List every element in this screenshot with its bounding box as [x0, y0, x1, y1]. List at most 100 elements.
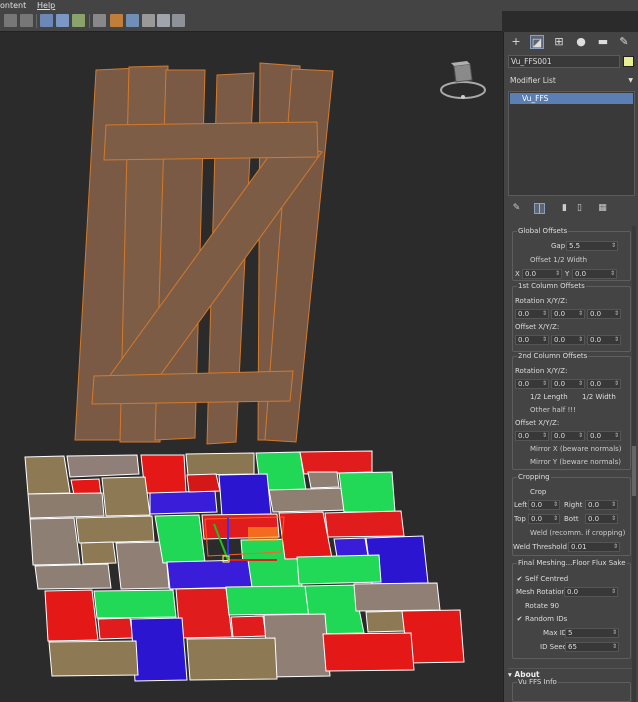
motion-tab-icon[interactable]: ● — [574, 35, 588, 49]
curve-editor-icon[interactable] — [72, 14, 85, 27]
layer-list-icon[interactable] — [4, 14, 17, 27]
viewport-scene — [24, 62, 465, 682]
weld-threshold-label: Weld Threshold — [513, 543, 567, 551]
menu-content[interactable]: ontent — [0, 0, 26, 11]
make-unique-icon[interactable]: ▮ — [559, 203, 570, 214]
crop-bott-spinner[interactable]: 0.0 ⇕ — [585, 514, 618, 524]
rot-z-spinner[interactable]: 0.0 ⇕ — [587, 309, 621, 319]
top-label: Top — [514, 515, 526, 523]
other-half-checkbox[interactable]: Other half !!! — [521, 406, 576, 415]
second-column-title: 2nd Column Offsets — [517, 352, 589, 361]
half-length-checkbox[interactable]: 1/2 Length — [521, 393, 568, 402]
rot-x-spinner[interactable]: 0.0 ⇕ — [515, 379, 549, 389]
mirror-y-checkbox[interactable]: Mirror Y (beware normals) — [521, 458, 621, 467]
final-meshing-group: Final Meshing...Floor Flux Sake ✔ Self Ce… — [512, 559, 631, 659]
ribbon-toggle-icon[interactable] — [56, 14, 69, 27]
display-tab-icon[interactable]: ▬ — [596, 35, 610, 49]
show-end-result-icon[interactable]: | — [534, 203, 545, 214]
toolbar-separator — [36, 14, 37, 28]
modify-tab-icon[interactable]: ◪ — [530, 35, 544, 49]
crop-checkbox[interactable]: Crop — [521, 488, 546, 497]
rotation-label: Rotation X/Y/Z: — [515, 297, 568, 305]
off-y-spinner[interactable]: 0.0 ⇕ — [551, 431, 585, 441]
modifier-stack[interactable]: Vu_FFS — [508, 91, 635, 196]
remove-modifier-icon[interactable]: ▯ — [574, 203, 585, 214]
schematic-view-icon[interactable] — [93, 14, 106, 27]
crop-top-spinner[interactable]: 0.0 ⇕ — [528, 514, 560, 524]
floor-tiles — [24, 450, 465, 682]
y-label: Y — [565, 270, 570, 278]
bottom-rail — [91, 370, 294, 405]
x-label: X — [515, 270, 520, 278]
off-x-spinner[interactable]: 0.0 ⇕ — [515, 335, 549, 345]
utilities-tab-icon[interactable]: ✎ — [617, 35, 631, 49]
self-centred-checkbox[interactable]: ✔ Self Centred — [516, 575, 569, 584]
id-seed-label: ID Seed — [540, 643, 568, 651]
create-tab-icon[interactable]: + — [509, 35, 523, 49]
modifier-list-dropdown[interactable]: Modifier List ▼ — [508, 74, 635, 87]
material-editor-icon[interactable] — [110, 14, 123, 27]
cropping-title: Cropping — [517, 473, 551, 482]
object-color-swatch[interactable] — [623, 56, 634, 67]
off-z-spinner[interactable]: 0.0 ⇕ — [587, 335, 621, 345]
rotate-90-checkbox[interactable]: Rotate 90 — [516, 602, 559, 611]
spinner-arrows-icon[interactable]: ⇕ — [610, 270, 615, 278]
offset-label: Offset X/Y/Z: — [515, 419, 560, 427]
y-spinner[interactable]: 0.0 ⇕ — [572, 269, 617, 279]
perspective-viewport[interactable] — [0, 33, 502, 702]
first-column-offsets-group: 1st Column Offsets Rotation X/Y/Z: 0.0 ⇕ … — [512, 282, 631, 352]
rollout-scrollbar[interactable] — [632, 226, 636, 702]
render-production-icon[interactable] — [157, 14, 170, 27]
object-name-field[interactable]: Vu_FFS001 — [508, 55, 620, 68]
stack-toolbar: ✎ | ▮ ▯ ▦ — [504, 200, 638, 218]
pin-stack-icon[interactable]: ✎ — [511, 203, 522, 214]
x-spinner[interactable]: 0.0 ⇕ — [522, 269, 562, 279]
command-panel: + ◪ ⊞ ● ▬ ✎ Vu_FFS001 Modifier List ▼ Vu… — [503, 32, 638, 702]
cropping-group: Cropping Crop Left 0.0 ⇕ Right 0.0 ⇕ Top 0… — [512, 473, 631, 556]
viewcube-icon[interactable] — [438, 60, 488, 102]
menu-help[interactable]: Help — [37, 0, 55, 11]
configure-modifier-sets-icon[interactable]: ▦ — [597, 203, 608, 214]
vu-ffs-info-title: Vu FFS Info — [517, 678, 558, 687]
global-offsets-title: Global Offsets — [517, 227, 569, 236]
layer-manager-icon[interactable] — [20, 14, 33, 27]
spinner-arrows-icon[interactable]: ⇕ — [611, 242, 616, 250]
offset-label: Offset X/Y/Z: — [515, 323, 560, 331]
stack-item-vu-ffs[interactable]: Vu_FFS — [510, 93, 633, 104]
rot-y-spinner[interactable]: 0.0 ⇕ — [551, 309, 585, 319]
hierarchy-tab-icon[interactable]: ⊞ — [552, 35, 566, 49]
render-iterative-icon[interactable] — [172, 14, 185, 27]
off-z-spinner[interactable]: 0.0 ⇕ — [587, 431, 621, 441]
off-y-spinner[interactable]: 0.0 ⇕ — [551, 335, 585, 345]
max-id-spinner[interactable]: 5 ⇕ — [565, 628, 619, 638]
command-panel-tabs: + ◪ ⊞ ● ▬ ✎ — [504, 32, 638, 52]
id-seed-spinner[interactable]: 65 ⇕ — [565, 642, 619, 652]
viewcube[interactable] — [438, 60, 488, 102]
rendered-frame-icon[interactable] — [142, 14, 155, 27]
scene-explorer-icon[interactable] — [40, 14, 53, 27]
gap-spinner[interactable]: 5.5 ⇕ — [566, 241, 618, 251]
weld-threshold-spinner[interactable]: 0.01 ⇕ — [568, 542, 620, 552]
mesh-rotation-spinner[interactable]: 0.0 ⇕ — [564, 587, 618, 597]
weld-checkbox[interactable]: Weld (recomm. if cropping) — [521, 529, 625, 538]
offset-half-width-checkbox[interactable]: Offset 1/2 Width — [521, 256, 587, 265]
gap-label: Gap — [551, 242, 566, 250]
crop-left-spinner[interactable]: 0.0 ⇕ — [528, 500, 560, 510]
mirror-x-checkbox[interactable]: Mirror X (beware normals) — [521, 445, 622, 454]
global-offsets-group: Global Offsets Gap 5.5 ⇕ Offset 1/2 Width… — [512, 227, 631, 281]
top-rail — [103, 121, 319, 161]
checkmark-icon: ✔ — [516, 575, 523, 583]
rot-y-spinner[interactable]: 0.0 ⇕ — [551, 379, 585, 389]
half-width-checkbox[interactable]: 1/2 Width — [573, 393, 616, 402]
render-setup-icon[interactable] — [126, 14, 139, 27]
rot-z-spinner[interactable]: 0.0 ⇕ — [587, 379, 621, 389]
crop-right-spinner[interactable]: 0.0 ⇕ — [585, 500, 618, 510]
off-x-spinner[interactable]: 0.0 ⇕ — [515, 431, 549, 441]
max-id-label: Max ID — [543, 629, 568, 637]
mesh-rotation-label: Mesh Rotation — [516, 588, 566, 596]
second-column-offsets-group: 2nd Column Offsets Rotation X/Y/Z: 0.0 ⇕ … — [512, 352, 631, 470]
rot-x-spinner[interactable]: 0.0 ⇕ — [515, 309, 549, 319]
random-ids-checkbox[interactable]: ✔ Random IDs — [516, 615, 568, 624]
spinner-arrows-icon[interactable]: ⇕ — [555, 270, 560, 278]
scrollbar-thumb[interactable] — [632, 446, 636, 496]
